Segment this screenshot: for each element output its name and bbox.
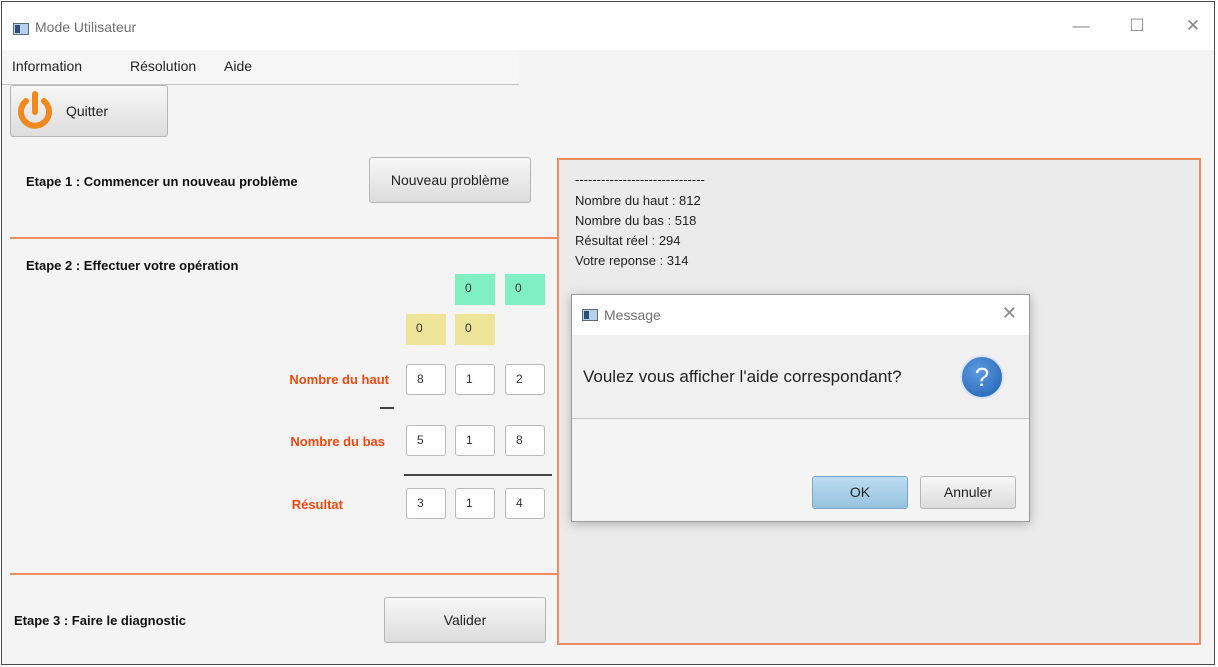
carry-cell: 0 [455,314,495,345]
message-dialog: Message ✕ Voulez vous afficher l'aide co… [571,294,1030,522]
power-icon [18,91,52,129]
dialog-close-icon[interactable]: ✕ [1002,303,1017,324]
dialog-header: Voulez vous afficher l'aide correspondan… [572,335,1029,419]
menu-aide[interactable]: Aide [224,58,252,74]
validate-button[interactable]: Valider [384,597,546,643]
top-digit-input[interactable]: 2 [505,364,545,395]
maximize-icon[interactable]: ☐ [1122,16,1152,36]
top-digit-input[interactable]: 1 [455,364,495,395]
sum-line [404,474,552,476]
output-line: Nombre du haut : 812 [575,193,701,208]
bottom-number-label: Nombre du bas [290,434,385,449]
quit-button-label: Quitter [66,103,109,119]
carry-cell: 0 [455,274,495,305]
carry-cell: 0 [505,274,545,305]
window-title: Mode Utilisateur [35,19,137,35]
top-number-label: Nombre du haut [289,372,389,387]
step1-label: Etape 1 : Commencer un nouveau problème [26,174,298,189]
carry-cell: 0 [406,314,446,345]
result-digit-input[interactable]: 1 [455,488,495,519]
title-bar: Mode Utilisateur — ☐ ✕ [2,2,1214,50]
result-digit-input[interactable]: 3 [406,488,446,519]
dialog-app-icon [582,309,598,321]
step2-label: Etape 2 : Effectuer votre opération [26,258,239,273]
menu-bar: Information Résolution Aide [2,50,519,85]
output-line: Nombre du bas : 518 [575,213,697,228]
result-label: Résultat [291,497,343,512]
minimize-icon[interactable]: — [1066,16,1096,36]
app-icon [13,23,29,35]
result-digit-input[interactable]: 4 [505,488,545,519]
menu-resolution[interactable]: Résolution [130,58,196,74]
output-line: Votre reponse : 314 [575,253,689,268]
bottom-digit-input[interactable]: 5 [406,425,446,456]
dialog-title: Message [604,307,661,323]
output-separator: ------------------------------ [575,172,705,187]
dialog-title-bar: Message ✕ [572,295,1029,335]
dialog-message: Voulez vous afficher l'aide correspondan… [583,367,902,386]
cancel-button[interactable]: Annuler [920,476,1016,509]
step3-label: Etape 3 : Faire le diagnostic [14,613,186,628]
minus-sign [380,407,394,409]
bottom-digit-input[interactable]: 1 [455,425,495,456]
quit-button[interactable]: Quitter [10,85,168,137]
bottom-digit-input[interactable]: 8 [505,425,545,456]
section-divider-1 [10,237,558,239]
output-line: Résultat réel : 294 [575,233,681,248]
new-problem-button[interactable]: Nouveau problème [369,157,531,203]
menu-information[interactable]: Information [12,58,82,74]
main-window: Mode Utilisateur — ☐ ✕ Information Résol… [1,1,1215,665]
close-icon[interactable]: ✕ [1178,16,1208,36]
question-icon: ? [960,355,1004,399]
ok-button[interactable]: OK [812,476,908,509]
section-divider-2 [10,573,558,575]
top-digit-input[interactable]: 8 [406,364,446,395]
